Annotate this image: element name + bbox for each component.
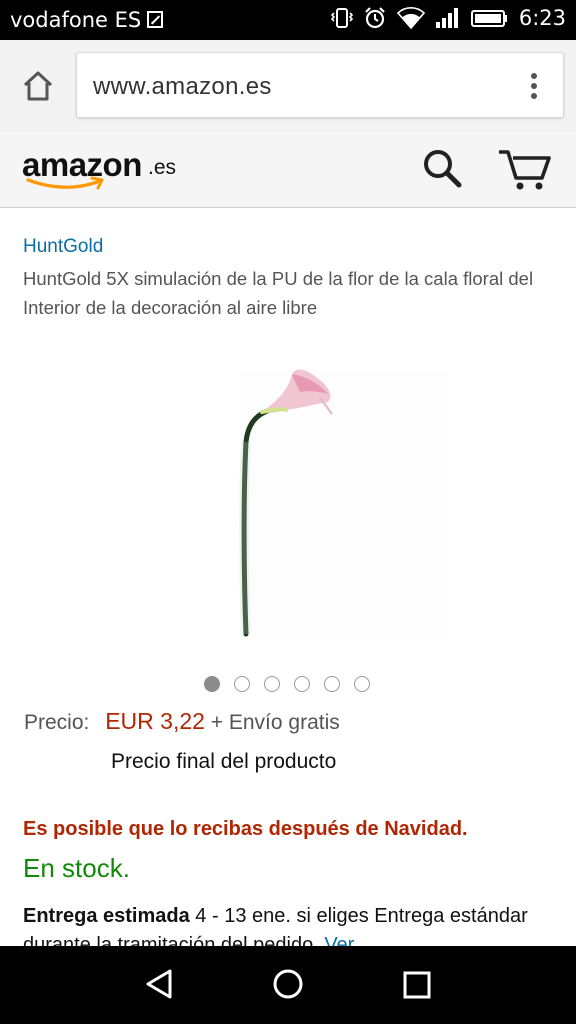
price-value: EUR 3,22 <box>105 708 205 734</box>
recents-icon[interactable] <box>400 968 434 1002</box>
price-label: Precio: <box>24 711 90 734</box>
final-price-note: Precio final del producto <box>111 750 337 773</box>
alarm-icon <box>365 7 385 29</box>
carousel-dot[interactable] <box>354 676 370 692</box>
home-icon[interactable] <box>20 68 56 104</box>
wifi-icon <box>396 7 425 30</box>
carousel-dot[interactable] <box>324 676 340 692</box>
price-row: Precio: EUR 3,22 + Envío gratis <box>24 708 340 735</box>
logo-tld: .es <box>148 156 177 179</box>
vibrate-icon <box>330 8 353 28</box>
overflow-menu-icon[interactable] <box>529 73 539 101</box>
sim-status-icon <box>147 11 164 28</box>
url-bar[interactable]: www.amazon.es <box>76 52 564 118</box>
amazon-header: amazon .es <box>0 132 576 208</box>
carousel-dot[interactable] <box>234 676 250 692</box>
back-icon[interactable] <box>142 966 178 1002</box>
smile-arrow-icon <box>26 176 104 190</box>
carousel-dot[interactable] <box>294 676 310 692</box>
signal-icon <box>435 8 458 28</box>
carousel-dot[interactable] <box>264 676 280 692</box>
carrier-label: vodafone ES <box>10 8 142 32</box>
calla-lily-flower-image[interactable] <box>200 352 460 652</box>
browser-toolbar: www.amazon.es <box>0 40 576 132</box>
clock: 6:23 <box>518 6 566 30</box>
status-icons: 6:23 <box>330 6 566 30</box>
url-text[interactable]: www.amazon.es <box>93 73 272 101</box>
status-bar: vodafone ES 6:23 <box>0 0 576 40</box>
battery-icon <box>470 10 507 27</box>
search-icon[interactable] <box>420 146 466 192</box>
shipping-info: + Envío gratis <box>210 711 340 734</box>
carousel-dot[interactable] <box>204 676 220 692</box>
brand-link[interactable]: HuntGold <box>23 236 103 258</box>
christmas-delivery-notice: Es posible que lo recibas después de Nav… <box>23 818 468 840</box>
image-carousel-indicator[interactable] <box>204 676 370 692</box>
navigation-bar <box>0 946 576 1024</box>
stock-status: En stock. <box>23 853 130 883</box>
home-circle-icon[interactable] <box>270 966 306 1002</box>
amazon-logo[interactable]: amazon .es <box>22 146 182 196</box>
product-title: HuntGold 5X simulación de la PU de la fl… <box>23 268 534 318</box>
carrier-name: vodafone ES <box>10 8 164 32</box>
delivery-label: Entrega estimada <box>23 905 190 927</box>
cart-icon[interactable] <box>496 146 554 192</box>
